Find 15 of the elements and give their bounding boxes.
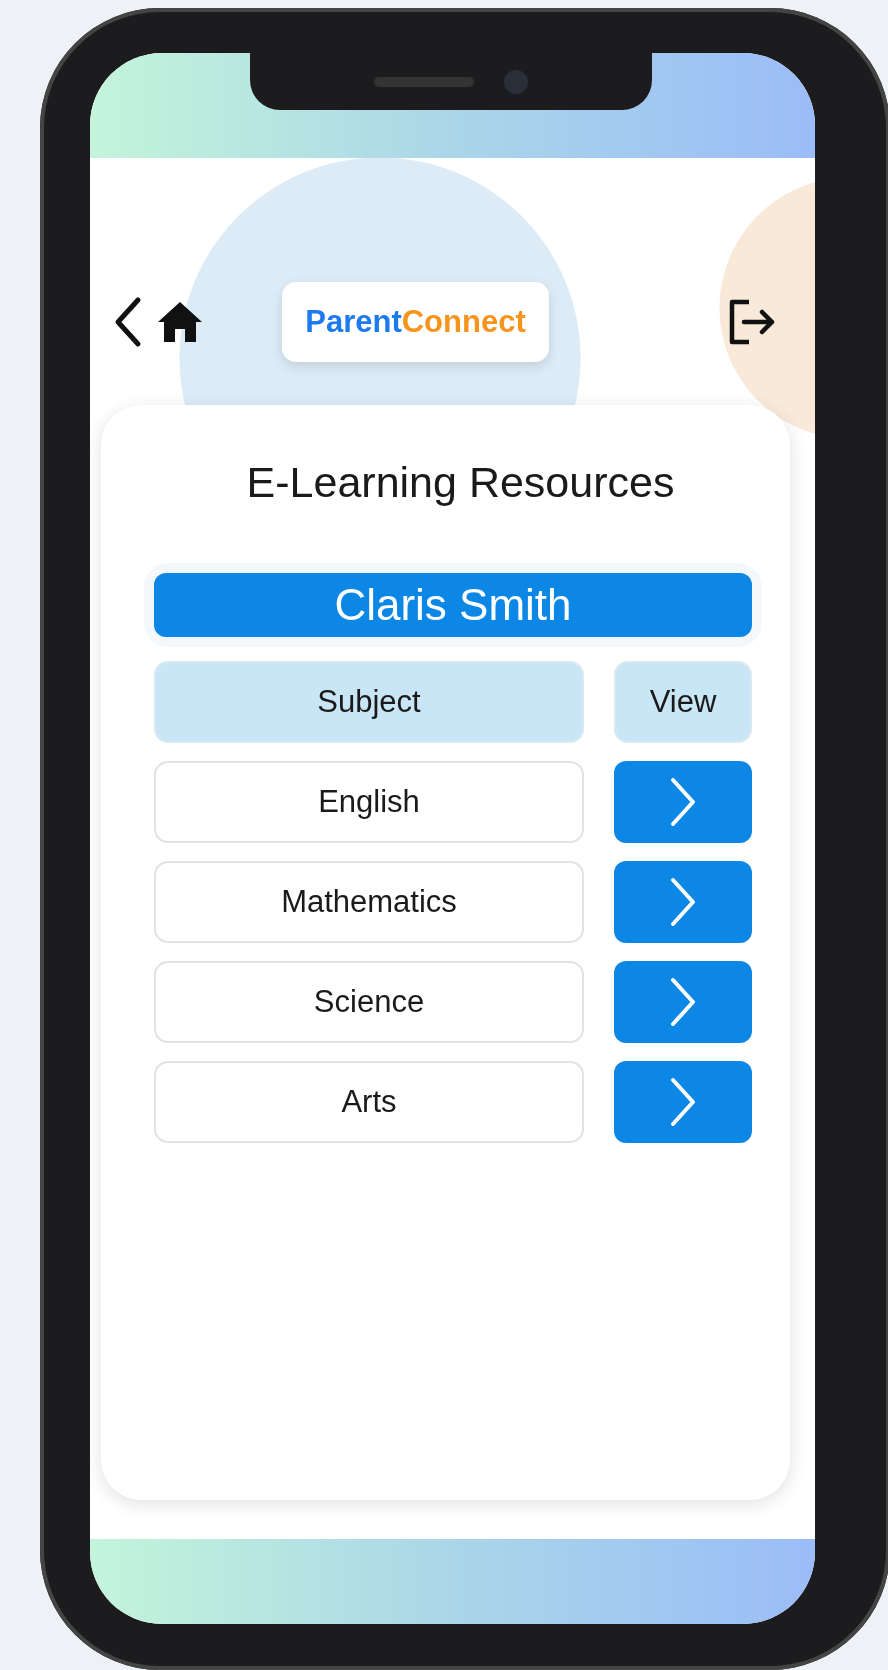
view-button[interactable] bbox=[614, 761, 752, 843]
column-header: View bbox=[614, 661, 752, 743]
app-logo: ParentConnect bbox=[282, 282, 549, 362]
view-button[interactable] bbox=[614, 861, 752, 943]
page-title: E-Learning Resources bbox=[245, 458, 676, 507]
subject-cell: English bbox=[154, 761, 584, 843]
subject-cell: Arts bbox=[154, 1061, 584, 1143]
student-name: Claris Smith bbox=[154, 573, 752, 637]
logout-button[interactable] bbox=[727, 299, 777, 345]
home-button[interactable] bbox=[156, 300, 204, 344]
view-button[interactable] bbox=[614, 961, 752, 1043]
column-header: Subject bbox=[154, 661, 584, 743]
view-button[interactable] bbox=[614, 1061, 752, 1143]
subject-cell: Science bbox=[154, 961, 584, 1043]
subject-cell: Mathematics bbox=[154, 861, 584, 943]
